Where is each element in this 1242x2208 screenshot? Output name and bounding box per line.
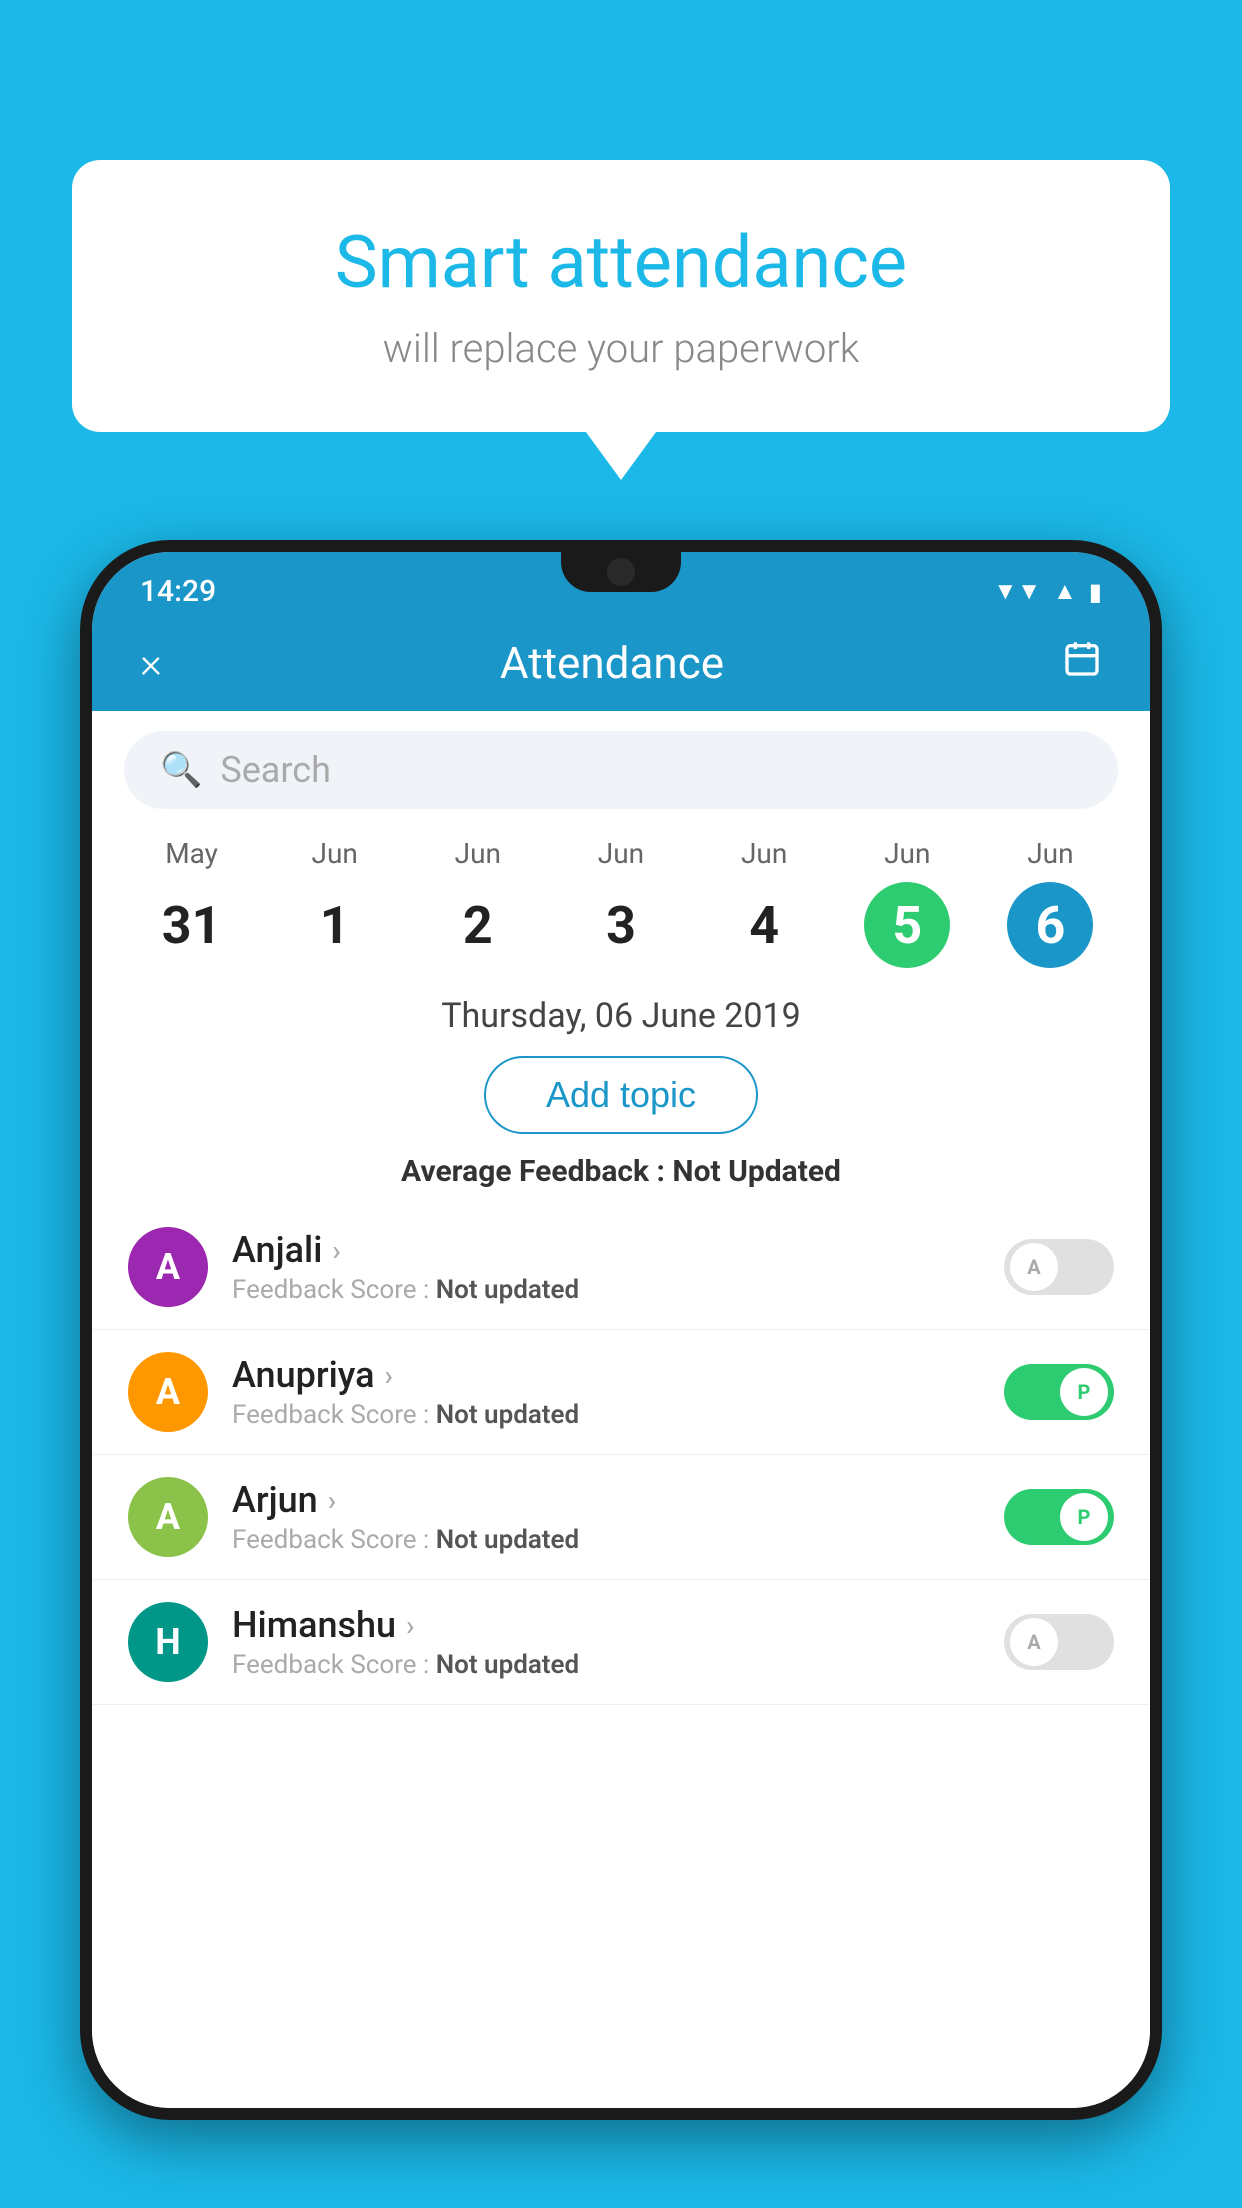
day-month: Jun bbox=[884, 837, 930, 870]
student-item[interactable]: A Arjun › Feedback Score : Not updated P bbox=[92, 1455, 1150, 1580]
calendar-day[interactable]: May 31 bbox=[149, 837, 235, 968]
phone-notch bbox=[561, 552, 681, 592]
calendar-day[interactable]: Jun 1 bbox=[292, 837, 378, 968]
attendance-toggle[interactable]: P bbox=[1004, 1364, 1114, 1420]
calendar-row: May 31 Jun 1 Jun 2 Jun 3 Jun 4 Jun 5 Jun… bbox=[120, 837, 1122, 968]
add-topic-button[interactable]: Add topic bbox=[484, 1056, 758, 1134]
add-topic-container: Add topic bbox=[92, 1044, 1150, 1146]
student-info: Anjali › Feedback Score : Not updated bbox=[232, 1229, 980, 1305]
calendar-day[interactable]: Jun 3 bbox=[578, 837, 664, 968]
chevron-right-icon: › bbox=[332, 1234, 340, 1267]
status-time: 14:29 bbox=[140, 574, 216, 609]
calendar-day[interactable]: Jun 6 bbox=[1007, 837, 1093, 968]
search-placeholder: Search bbox=[220, 749, 331, 791]
day-number: 1 bbox=[292, 882, 378, 968]
student-item[interactable]: A Anjali › Feedback Score : Not updated … bbox=[92, 1205, 1150, 1330]
calendar-icon[interactable] bbox=[1062, 639, 1102, 688]
student-info: Anupriya › Feedback Score : Not updated bbox=[232, 1354, 980, 1430]
toggle-knob: P bbox=[1060, 1493, 1108, 1541]
day-month: Jun bbox=[1027, 837, 1073, 870]
attendance-toggle[interactable]: P bbox=[1004, 1489, 1114, 1545]
chevron-right-icon: › bbox=[328, 1484, 336, 1517]
search-icon: 🔍 bbox=[160, 750, 202, 790]
average-feedback: Average Feedback : Not Updated bbox=[92, 1146, 1150, 1205]
calendar-day[interactable]: Jun 2 bbox=[435, 837, 521, 968]
close-button[interactable]: × bbox=[140, 639, 162, 688]
status-icons: ▼▼ ▲ ▮ bbox=[994, 577, 1103, 606]
day-number: 3 bbox=[578, 882, 664, 968]
app-header: × Attendance bbox=[92, 619, 1150, 711]
feedback-value: Not updated bbox=[436, 1275, 579, 1305]
toggle-knob: A bbox=[1010, 1618, 1058, 1666]
day-number: 6 bbox=[1007, 882, 1093, 968]
phone-container: 14:29 ▼▼ ▲ ▮ × Attendance bbox=[80, 540, 1162, 2208]
attendance-toggle-container[interactable]: P bbox=[1004, 1364, 1114, 1420]
header-title: Attendance bbox=[500, 637, 724, 689]
day-number: 5 bbox=[864, 882, 950, 968]
attendance-toggle[interactable]: A bbox=[1004, 1239, 1114, 1295]
feedback-value: Not updated bbox=[436, 1650, 579, 1680]
attendance-toggle-container[interactable]: A bbox=[1004, 1614, 1114, 1670]
day-month: May bbox=[165, 837, 218, 870]
calendar-day[interactable]: Jun 5 bbox=[864, 837, 950, 968]
student-info: Arjun › Feedback Score : Not updated bbox=[232, 1479, 980, 1555]
avg-feedback-value: Not Updated bbox=[672, 1154, 841, 1189]
search-bar[interactable]: 🔍 Search bbox=[124, 731, 1118, 809]
signal-icon: ▲ bbox=[1053, 577, 1077, 606]
attendance-toggle-container[interactable]: P bbox=[1004, 1489, 1114, 1545]
day-number: 31 bbox=[149, 882, 235, 968]
student-name: Anjali › bbox=[232, 1229, 980, 1271]
student-feedback: Feedback Score : Not updated bbox=[232, 1400, 980, 1430]
chevron-right-icon: › bbox=[406, 1609, 414, 1642]
phone-screen: 14:29 ▼▼ ▲ ▮ × Attendance bbox=[92, 552, 1150, 2108]
day-month: Jun bbox=[741, 837, 787, 870]
attendance-toggle[interactable]: A bbox=[1004, 1614, 1114, 1670]
student-avatar: A bbox=[128, 1227, 208, 1307]
student-feedback: Feedback Score : Not updated bbox=[232, 1275, 980, 1305]
selected-date-label: Thursday, 06 June 2019 bbox=[92, 978, 1150, 1044]
student-name: Himanshu › bbox=[232, 1604, 980, 1646]
day-number: 2 bbox=[435, 882, 521, 968]
student-name: Arjun › bbox=[232, 1479, 980, 1521]
calendar-day[interactable]: Jun 4 bbox=[721, 837, 807, 968]
feedback-value: Not updated bbox=[436, 1525, 579, 1555]
phone-frame: 14:29 ▼▼ ▲ ▮ × Attendance bbox=[80, 540, 1162, 2120]
student-item[interactable]: A Anupriya › Feedback Score : Not update… bbox=[92, 1330, 1150, 1455]
feedback-value: Not updated bbox=[436, 1400, 579, 1430]
search-container: 🔍 Search bbox=[92, 711, 1150, 819]
day-month: Jun bbox=[455, 837, 501, 870]
toggle-knob: P bbox=[1060, 1368, 1108, 1416]
bubble-title: Smart attendance bbox=[152, 220, 1090, 305]
day-month: Jun bbox=[598, 837, 644, 870]
student-name: Anupriya › bbox=[232, 1354, 980, 1396]
student-list: A Anjali › Feedback Score : Not updated … bbox=[92, 1205, 1150, 2108]
calendar-strip: May 31 Jun 1 Jun 2 Jun 3 Jun 4 Jun 5 Jun… bbox=[92, 819, 1150, 978]
student-avatar: A bbox=[128, 1352, 208, 1432]
attendance-toggle-container[interactable]: A bbox=[1004, 1239, 1114, 1295]
bubble-subtitle: will replace your paperwork bbox=[152, 325, 1090, 372]
battery-icon: ▮ bbox=[1089, 578, 1102, 606]
day-number: 4 bbox=[721, 882, 807, 968]
student-avatar: A bbox=[128, 1477, 208, 1557]
speech-bubble: Smart attendance will replace your paper… bbox=[72, 160, 1170, 432]
student-avatar: H bbox=[128, 1602, 208, 1682]
day-month: Jun bbox=[312, 837, 358, 870]
student-info: Himanshu › Feedback Score : Not updated bbox=[232, 1604, 980, 1680]
toggle-knob: A bbox=[1010, 1243, 1058, 1291]
phone-camera bbox=[607, 558, 635, 586]
student-feedback: Feedback Score : Not updated bbox=[232, 1525, 980, 1555]
student-feedback: Feedback Score : Not updated bbox=[232, 1650, 980, 1680]
avg-feedback-label: Average Feedback : bbox=[401, 1154, 665, 1189]
speech-bubble-area: Smart attendance will replace your paper… bbox=[72, 160, 1170, 432]
chevron-right-icon: › bbox=[385, 1359, 393, 1392]
student-item[interactable]: H Himanshu › Feedback Score : Not update… bbox=[92, 1580, 1150, 1705]
wifi-icon: ▼▼ bbox=[994, 577, 1042, 606]
